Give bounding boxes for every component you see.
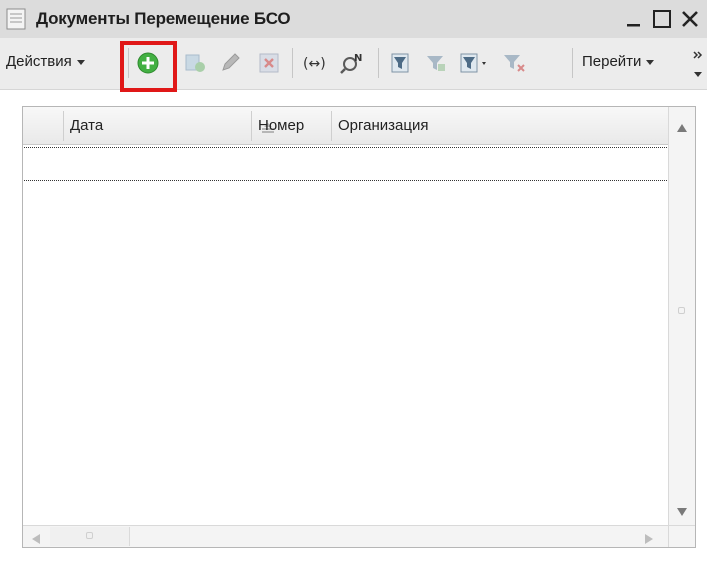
title-bar: Документы Перемещение БСО xyxy=(0,0,707,38)
hierarchy-icon[interactable]: (↔) xyxy=(302,51,326,75)
chevron-down-icon xyxy=(646,59,655,65)
svg-text:N: N xyxy=(354,53,362,64)
table-header: Дата Номер Организация xyxy=(23,107,668,145)
toolbar-separator xyxy=(292,48,293,78)
minimize-button[interactable] xyxy=(622,7,646,31)
chevron-down-icon xyxy=(76,59,85,65)
document-icon xyxy=(6,8,26,35)
svg-text:(↔): (↔) xyxy=(303,56,326,72)
filter-icon[interactable] xyxy=(389,51,413,75)
copy-icon[interactable] xyxy=(183,51,207,75)
actions-menu-label: Действия xyxy=(6,53,72,70)
scroll-left-icon[interactable] xyxy=(32,531,40,549)
column-header-date[interactable]: Дата xyxy=(63,107,274,144)
toolbar-overflow-icon[interactable] xyxy=(691,48,705,82)
add-button-highlight xyxy=(120,41,177,92)
table-row[interactable] xyxy=(24,147,667,181)
edit-icon[interactable] xyxy=(218,51,242,75)
clear-filter-icon[interactable] xyxy=(502,51,526,75)
find-icon[interactable]: N xyxy=(340,51,364,75)
column-header-label: Дата xyxy=(70,117,104,134)
toolbar-separator xyxy=(378,48,379,78)
column-header-number[interactable]: Номер xyxy=(251,107,331,144)
table-body[interactable] xyxy=(23,145,668,525)
horizontal-scrollbar[interactable] xyxy=(23,525,668,547)
toolbar: Действия (↔) N Перейти xyxy=(0,38,707,90)
window-title: Документы Перемещение БСО xyxy=(36,9,291,28)
filter-by-value-icon[interactable] xyxy=(424,51,448,75)
toolbar-separator xyxy=(572,48,573,78)
maximize-button[interactable] xyxy=(650,7,674,31)
actions-menu[interactable]: Действия xyxy=(6,53,85,70)
scroll-thumb-grip-icon[interactable] xyxy=(678,307,685,314)
close-button[interactable] xyxy=(678,7,702,31)
row-marker-header xyxy=(23,107,63,144)
goto-menu[interactable]: Перейти xyxy=(582,53,655,70)
delete-icon[interactable] xyxy=(257,51,281,75)
goto-menu-label: Перейти xyxy=(582,53,642,70)
scrollbar-corner xyxy=(668,525,695,547)
scroll-up-icon[interactable] xyxy=(677,119,687,137)
filter-history-icon[interactable] xyxy=(458,51,486,75)
column-header-organization[interactable]: Организация xyxy=(331,107,668,144)
vertical-scrollbar[interactable] xyxy=(668,107,695,525)
scroll-thumb-grip-icon xyxy=(86,532,93,539)
scroll-right-icon[interactable] xyxy=(645,531,653,549)
scroll-down-icon[interactable] xyxy=(677,503,687,521)
column-header-label: Организация xyxy=(338,117,429,134)
document-list-table: Дата Номер Организация xyxy=(22,106,696,548)
column-header-label: Номер xyxy=(258,117,305,134)
